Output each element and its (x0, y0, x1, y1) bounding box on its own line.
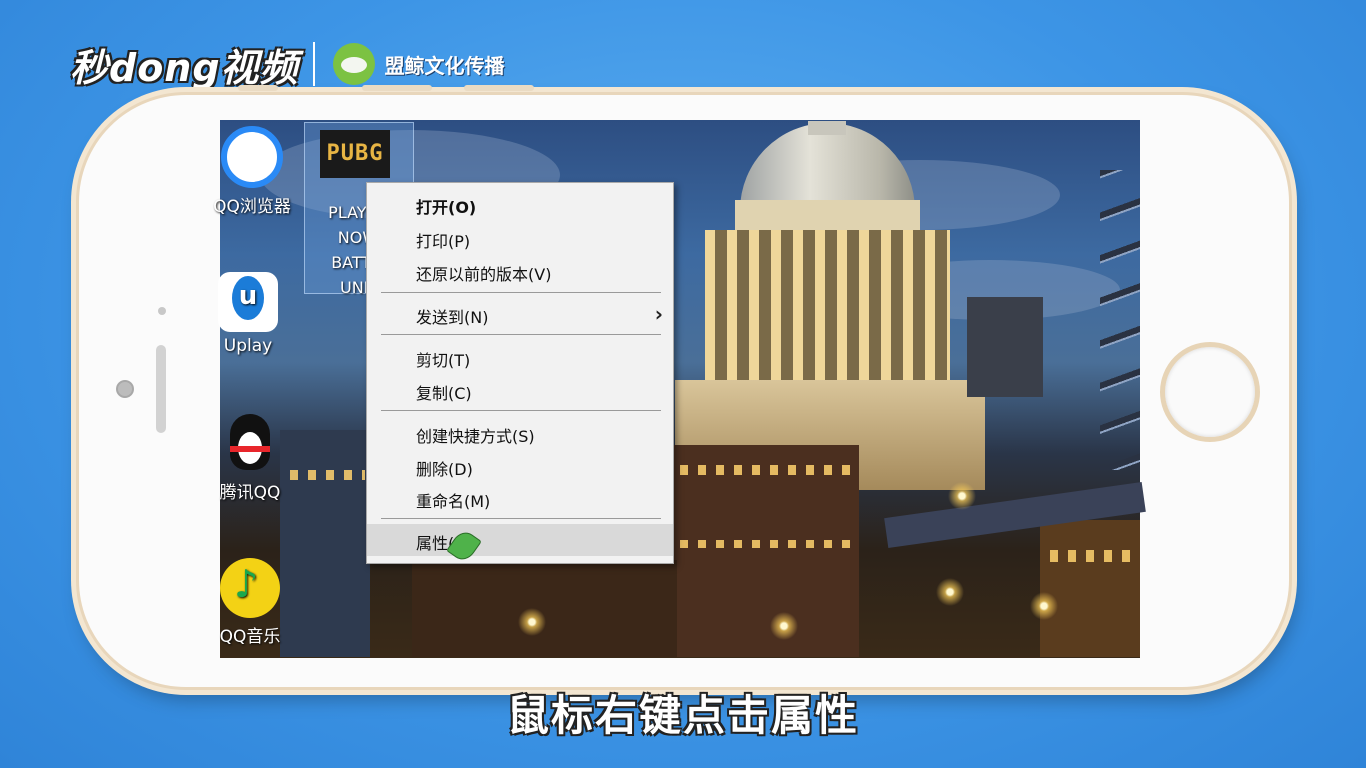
pubg-icon: PUBG (320, 130, 390, 178)
dome-colonnade (705, 230, 950, 390)
desktop-icon-uplay[interactable]: Uplay (208, 272, 288, 356)
phone-volume-up-button (362, 85, 432, 91)
qq-penguin-icon (220, 414, 280, 474)
video-caption: 鼠标右键点击属性 (506, 691, 859, 740)
brand-divider (312, 42, 315, 86)
menu-item-label: 打印(P) (416, 232, 471, 251)
street-light (518, 608, 546, 636)
tower-building (967, 297, 1043, 397)
menu-item-label: 复制(C) (416, 384, 472, 403)
menu-item-print[interactable]: 打印(P) (367, 222, 673, 254)
menu-item-label: 还原以前的版本(V) (416, 265, 552, 284)
menu-item-label: 发送到(N) (416, 308, 489, 327)
menu-separator (381, 518, 661, 519)
menu-item-label: 重命名(M) (416, 492, 491, 511)
menu-item-label: 删除(D) (416, 460, 473, 479)
context-menu: 打开(O) 打印(P) 还原以前的版本(V) 发送到(N) › 剪切(T) 复制(… (366, 182, 674, 564)
right-building (1040, 520, 1140, 657)
menu-item-delete[interactable]: 删除(D) (367, 450, 673, 482)
phone-side-button (238, 85, 278, 91)
penguin-scarf (230, 446, 270, 452)
building-lights (1050, 550, 1135, 562)
phone-camera-icon (116, 380, 134, 398)
menu-separator (381, 334, 661, 335)
brand-title: 秒dong视频 (70, 45, 299, 90)
menu-item-create-shortcut[interactable]: 创建快捷方式(S) (367, 417, 673, 449)
phone-speaker-icon (156, 345, 166, 433)
desktop-icon-tencent-qq[interactable]: 腾讯QQ (210, 414, 290, 503)
menu-item-properties[interactable]: 属性(R) (367, 524, 673, 556)
chevron-right-icon: › (654, 302, 663, 326)
desktop-icon-qq-music[interactable]: QQ音乐 (210, 558, 290, 647)
phone-sensor-icon (158, 307, 166, 315)
qq-music-icon (220, 558, 280, 618)
menu-item-label: 创建快捷方式(S) (416, 427, 535, 446)
whale-logo-icon (332, 43, 375, 85)
street-light (770, 612, 798, 640)
street-light (1030, 592, 1058, 620)
building-lights (290, 470, 365, 480)
desktop-icon-label: QQ音乐 (219, 627, 281, 647)
menu-item-rename[interactable]: 重命名(M) (367, 482, 673, 514)
dome-lantern (808, 121, 846, 135)
brick-building (674, 445, 859, 657)
street-light (948, 482, 976, 510)
menu-item-label: 打开(O) (416, 198, 477, 217)
building-lights (680, 540, 850, 548)
bridge-mast (1100, 170, 1140, 470)
building-lights (680, 465, 850, 475)
brand-header: 秒dong视频 盟鲸文化传播 (70, 38, 505, 90)
desktop-icon-label: QQ浏览器 (213, 197, 291, 217)
street-light (936, 578, 964, 606)
menu-item-cut[interactable]: 剪切(T) (367, 341, 673, 373)
qq-browser-icon (221, 126, 283, 188)
menu-item-copy[interactable]: 复制(C) (367, 374, 673, 406)
desktop-icon-qq-browser[interactable]: QQ浏览器 (212, 126, 292, 217)
home-button[interactable] (1160, 342, 1260, 442)
foreground-building (412, 560, 677, 657)
desktop-icon-label: 腾讯QQ (219, 483, 281, 503)
menu-separator (381, 410, 661, 411)
left-building (280, 430, 370, 657)
uplay-icon (218, 272, 278, 332)
desktop-icon-label: Uplay (223, 336, 273, 356)
menu-item-open[interactable]: 打开(O) (367, 188, 673, 220)
brand-subtitle: 盟鲸文化传播 (384, 53, 505, 78)
menu-item-label: 剪切(T) (416, 351, 471, 370)
menu-item-send-to[interactable]: 发送到(N) › (367, 298, 673, 330)
phone-volume-down-button (464, 85, 534, 91)
menu-item-restore-previous-versions[interactable]: 还原以前的版本(V) (367, 255, 673, 287)
menu-separator (381, 292, 661, 293)
